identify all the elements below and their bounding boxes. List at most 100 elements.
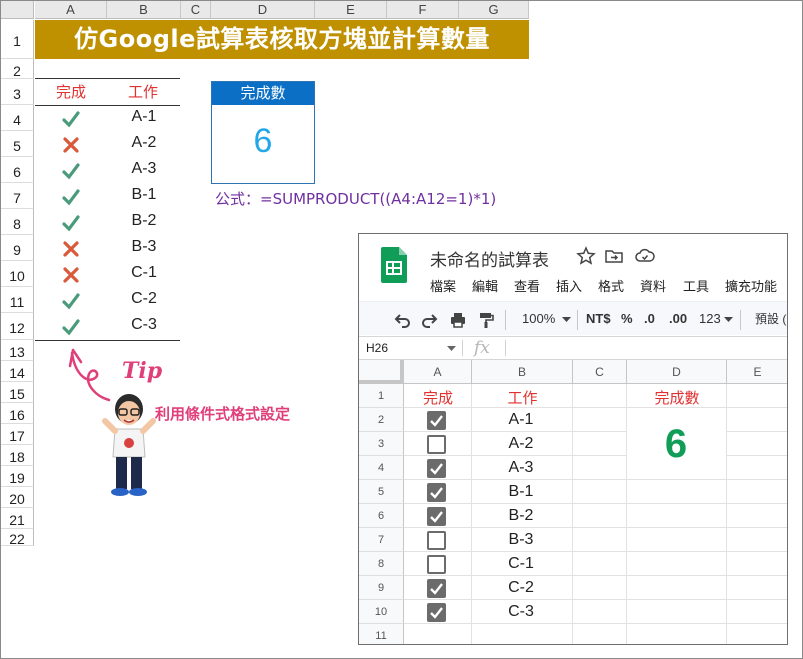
formula-input[interactable] <box>511 339 781 357</box>
checkbox-unchecked[interactable] <box>427 555 446 574</box>
excel-row-header[interactable]: 10 <box>1 261 34 287</box>
redo-icon[interactable] <box>421 311 439 329</box>
menu-edit[interactable]: 編輯 <box>472 276 498 295</box>
checkbox-checked[interactable] <box>427 411 446 430</box>
grid-cell[interactable] <box>627 600 727 624</box>
cloud-saved-icon[interactable] <box>635 246 655 266</box>
task-name[interactable]: A-1 <box>481 411 561 429</box>
sheet-row-header[interactable]: 6 <box>359 504 404 528</box>
excel-row-header[interactable]: 12 <box>1 313 34 340</box>
sheet-column-header[interactable]: E <box>727 360 787 384</box>
grid-cell[interactable] <box>627 504 727 528</box>
checkbox-checked[interactable] <box>427 603 446 622</box>
grid-cell[interactable] <box>573 576 627 600</box>
sheet-row-header[interactable]: 4 <box>359 456 404 480</box>
excel-row-header[interactable]: 15 <box>1 382 34 403</box>
sheet-row-header[interactable]: 2 <box>359 408 404 432</box>
excel-row-header[interactable]: 18 <box>1 445 34 466</box>
print-icon[interactable] <box>449 311 467 329</box>
menu-data[interactable]: 資料 <box>640 276 666 295</box>
excel-column-header[interactable]: A <box>35 1 107 19</box>
menu-view[interactable]: 查看 <box>514 276 540 295</box>
excel-row-header[interactable]: 9 <box>1 235 34 261</box>
sheet-row-header[interactable]: 10 <box>359 600 404 624</box>
checkbox-checked[interactable] <box>427 459 446 478</box>
grid-cell[interactable] <box>727 528 787 552</box>
grid-cell[interactable] <box>727 624 787 644</box>
grid-cell[interactable] <box>727 432 787 456</box>
task-name[interactable]: B-2 <box>481 507 561 525</box>
grid-cell[interactable] <box>627 576 727 600</box>
grid-cell[interactable] <box>573 408 627 432</box>
sheet-row-header[interactable]: 9 <box>359 576 404 600</box>
grid-cell[interactable] <box>727 480 787 504</box>
excel-row-header[interactable]: 4 <box>1 105 34 131</box>
currency-format-button[interactable]: NT$ <box>586 309 611 329</box>
excel-row-header[interactable]: 17 <box>1 424 34 445</box>
grid-cell[interactable] <box>727 576 787 600</box>
grid-cell[interactable] <box>573 552 627 576</box>
grid-cell[interactable] <box>627 624 727 644</box>
sheet-row-header[interactable]: 7 <box>359 528 404 552</box>
grid-cell[interactable] <box>627 480 727 504</box>
google-sheets-logo-icon[interactable] <box>381 247 407 283</box>
excel-row-header[interactable]: 8 <box>1 209 34 235</box>
grid-cell[interactable] <box>627 528 727 552</box>
task-name[interactable]: B-1 <box>481 483 561 501</box>
menu-tools[interactable]: 工具 <box>683 276 709 295</box>
checkbox-unchecked[interactable] <box>427 435 446 454</box>
star-icon[interactable] <box>576 246 596 266</box>
excel-row-header[interactable]: 3 <box>1 79 34 105</box>
excel-column-header[interactable]: F <box>387 1 459 19</box>
task-name[interactable]: B-3 <box>481 531 561 549</box>
checkbox-checked[interactable] <box>427 483 446 502</box>
menu-file[interactable]: 檔案 <box>430 276 456 295</box>
task-column-header[interactable]: 工作 <box>472 387 573 408</box>
grid-cell[interactable] <box>573 456 627 480</box>
excel-row-header[interactable]: 1 <box>1 20 34 59</box>
grid-cell[interactable] <box>573 480 627 504</box>
grid-cell[interactable] <box>727 456 787 480</box>
grid-cell[interactable] <box>573 384 627 408</box>
excel-row-header[interactable]: 20 <box>1 487 34 508</box>
sheet-row-header[interactable]: 8 <box>359 552 404 576</box>
excel-column-header[interactable]: B <box>107 1 181 19</box>
excel-row-header[interactable]: 19 <box>1 466 34 487</box>
sheet-row-header[interactable]: 1 <box>359 384 404 408</box>
grid-cell[interactable] <box>573 600 627 624</box>
grid-cell[interactable] <box>727 552 787 576</box>
sheet-row-header[interactable]: 11 <box>359 624 404 644</box>
grid-cell[interactable] <box>472 624 573 644</box>
grid-cell[interactable] <box>727 408 787 432</box>
excel-column-header[interactable]: C <box>181 1 211 19</box>
menu-insert[interactable]: 插入 <box>556 276 582 295</box>
task-name[interactable]: C-2 <box>481 579 561 597</box>
excel-column-header[interactable]: E <box>315 1 387 19</box>
grid-cell[interactable] <box>573 432 627 456</box>
excel-column-header[interactable]: D <box>211 1 315 19</box>
task-name[interactable]: A-3 <box>481 459 561 477</box>
more-formats-dropdown-icon[interactable] <box>724 317 733 323</box>
excel-row-header[interactable]: 13 <box>1 340 34 361</box>
percent-format-button[interactable]: % <box>621 309 633 329</box>
grid-cell[interactable] <box>573 624 627 644</box>
name-box-dropdown-icon[interactable] <box>447 346 456 352</box>
zoom-select[interactable]: 100% <box>522 309 555 329</box>
excel-row-header[interactable]: 16 <box>1 403 34 424</box>
grid-select-all[interactable] <box>359 360 404 384</box>
move-to-folder-icon[interactable] <box>604 246 624 266</box>
more-formats-button[interactable]: 123 <box>699 309 721 329</box>
checkbox-checked[interactable] <box>427 579 446 598</box>
sheet-column-header[interactable]: A <box>404 360 472 384</box>
excel-row-header[interactable]: 11 <box>1 287 34 313</box>
grid-cell[interactable] <box>404 624 472 644</box>
done-count-label[interactable]: 完成數 <box>627 387 727 408</box>
excel-row-header[interactable]: 7 <box>1 183 34 209</box>
sheet-row-header[interactable]: 3 <box>359 432 404 456</box>
document-title[interactable]: 未命名的試算表 <box>430 246 549 271</box>
grid-cell[interactable] <box>727 504 787 528</box>
excel-column-header[interactable]: G <box>459 1 529 19</box>
task-name[interactable]: C-3 <box>481 603 561 621</box>
excel-row-header[interactable]: 14 <box>1 361 34 382</box>
excel-row-header[interactable]: 2 <box>1 59 34 79</box>
